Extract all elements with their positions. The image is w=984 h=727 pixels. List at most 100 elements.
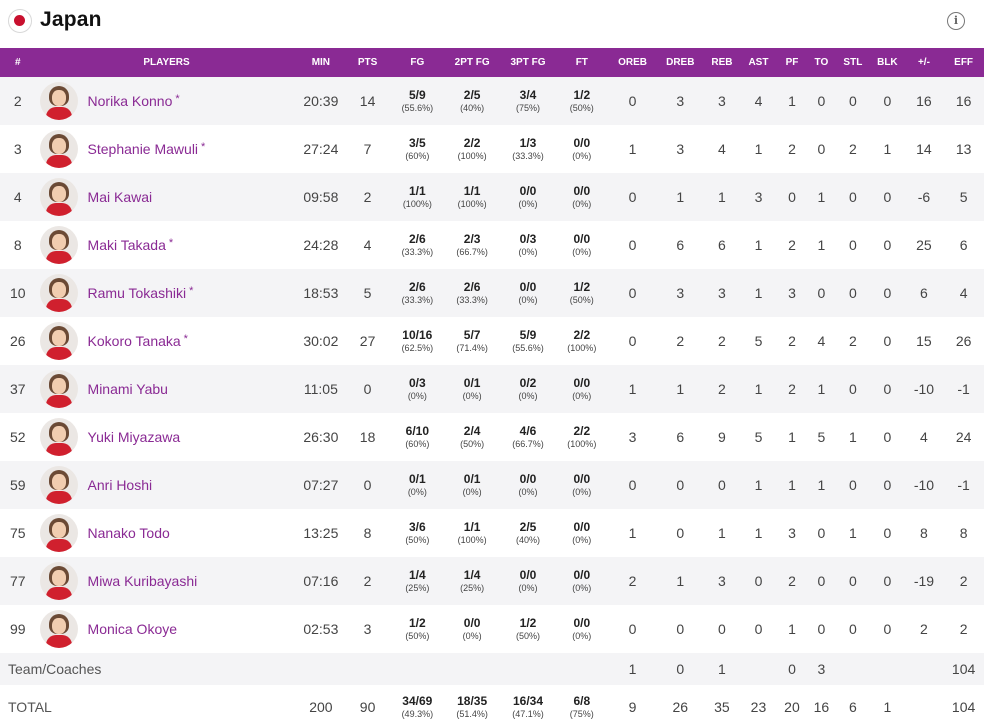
stat-pm: 15 bbox=[916, 333, 932, 349]
stat-fg: 6/10 (60%) bbox=[391, 413, 444, 461]
column-header-pf[interactable]: PF bbox=[777, 48, 807, 77]
total-points: 90 bbox=[359, 699, 376, 715]
points: 5 bbox=[363, 285, 372, 301]
player-avatar[interactable] bbox=[39, 466, 78, 504]
stat-fg2-percentage: (0%) bbox=[462, 486, 482, 497]
total-eff: 104 bbox=[951, 699, 976, 715]
player-name-link[interactable]: Norika Konno * bbox=[88, 93, 180, 109]
stat-stl: 0 bbox=[848, 573, 857, 589]
stat-ft: 2/2 (100%) bbox=[555, 317, 608, 365]
empty-cell bbox=[555, 653, 608, 685]
stat-ast: 1 bbox=[754, 237, 763, 253]
points: 14 bbox=[359, 93, 376, 109]
column-header-fg[interactable]: FG bbox=[391, 48, 444, 77]
player-name-link[interactable]: Anri Hoshi bbox=[88, 477, 156, 493]
player-name-link[interactable]: Stephanie Mawuli * bbox=[88, 141, 206, 157]
stat-ft-made-attempted: 0/0 bbox=[573, 519, 591, 534]
column-header-min[interactable]: MIN bbox=[298, 48, 345, 77]
stat-oreb: 0 bbox=[628, 189, 637, 205]
player-avatar[interactable] bbox=[39, 562, 78, 600]
stat-ft-made-attempted: 0/0 bbox=[573, 567, 591, 582]
info-icon[interactable]: i bbox=[947, 12, 965, 30]
player-name-link[interactable]: Kokoro Tanaka * bbox=[88, 333, 188, 349]
player-name-link[interactable]: Monica Okoye bbox=[88, 621, 180, 637]
column-header-ast[interactable]: AST bbox=[740, 48, 777, 77]
jersey-number: 3 bbox=[13, 141, 22, 157]
stat-blk: 1 bbox=[883, 141, 892, 157]
player-avatar[interactable] bbox=[39, 370, 78, 408]
stat-ast: 1 bbox=[754, 525, 763, 541]
minutes: 30:02 bbox=[303, 333, 339, 349]
stat-fg: 0/3 (0%) bbox=[391, 365, 444, 413]
player-row: 52 Yuki Miyazawa 26:30 18 6/10 (60%) 2/4 (50%) 4… bbox=[0, 413, 984, 461]
column-header-plus-minus[interactable]: +/- bbox=[905, 48, 944, 77]
points: 8 bbox=[363, 525, 372, 541]
total-fg3: 16/34 (47.1%) bbox=[501, 685, 556, 727]
stat-fg2-percentage: (0%) bbox=[462, 630, 482, 641]
stat-fg-made-attempted: 10/16 bbox=[402, 327, 433, 342]
player-avatar[interactable] bbox=[39, 226, 78, 264]
stat-fg3-percentage: (40%) bbox=[515, 534, 540, 545]
stat-fg2: 0/1 (0%) bbox=[444, 365, 501, 413]
player-avatar[interactable] bbox=[39, 418, 78, 456]
stat-ft-percentage: (0%) bbox=[572, 246, 592, 257]
empty-cell bbox=[391, 653, 444, 685]
stat-eff: 13 bbox=[955, 141, 972, 157]
player-name-link[interactable]: Yuki Miyazawa bbox=[88, 429, 184, 445]
stat-blk: 0 bbox=[883, 429, 892, 445]
stat-fg2-made-attempted: 5/7 bbox=[463, 327, 481, 342]
stat-fg3: 0/0 (0%) bbox=[501, 269, 556, 317]
total-fg3-percentage: (47.1%) bbox=[512, 708, 544, 719]
player-avatar[interactable] bbox=[39, 610, 78, 648]
player-name-link[interactable]: Nanako Todo bbox=[88, 525, 173, 541]
player-cell: Yuki Miyazawa bbox=[36, 413, 298, 461]
column-header-number[interactable]: # bbox=[0, 48, 36, 77]
column-header-players[interactable]: PLAYERS bbox=[36, 48, 298, 77]
team-stat-eff: 104 bbox=[951, 661, 976, 677]
minutes: 27:24 bbox=[303, 141, 339, 157]
player-avatar[interactable] bbox=[39, 82, 78, 120]
player-name-link[interactable]: Minami Yabu bbox=[88, 381, 171, 397]
column-header-pts[interactable]: PTS bbox=[344, 48, 391, 77]
total-fg: 34/69 (49.3%) bbox=[391, 685, 444, 727]
column-header-to[interactable]: TO bbox=[807, 48, 835, 77]
jersey-number: 8 bbox=[13, 237, 22, 253]
player-name-link[interactable]: Miwa Kuribayashi bbox=[88, 573, 201, 589]
player-avatar[interactable] bbox=[39, 178, 78, 216]
total-ft-percentage: (75%) bbox=[569, 708, 594, 719]
stat-fg: 2/6 (33.3%) bbox=[391, 221, 444, 269]
stat-ft-made-attempted: 1/2 bbox=[573, 87, 591, 102]
stat-fg3-percentage: (75%) bbox=[515, 102, 540, 113]
stat-pf: 2 bbox=[788, 381, 796, 397]
player-name-link[interactable]: Ramu Tokashiki * bbox=[88, 285, 194, 301]
column-header-3pt-fg[interactable]: 3PT FG bbox=[501, 48, 556, 77]
stat-fg2-made-attempted: 1/1 bbox=[463, 183, 481, 198]
column-header-ft[interactable]: FT bbox=[555, 48, 608, 77]
player-name: Nanako Todo bbox=[87, 525, 170, 541]
column-header-dreb[interactable]: DREB bbox=[657, 48, 704, 77]
column-header-eff[interactable]: EFF bbox=[943, 48, 984, 77]
player-avatar[interactable] bbox=[39, 130, 78, 168]
stat-to: 0 bbox=[817, 621, 826, 637]
stat-pf: 1 bbox=[788, 477, 796, 493]
column-header-blk[interactable]: BLK bbox=[870, 48, 905, 77]
column-header-stl[interactable]: STL bbox=[836, 48, 871, 77]
column-header-2pt-fg[interactable]: 2PT FG bbox=[444, 48, 501, 77]
stat-eff: 6 bbox=[959, 237, 968, 253]
stat-oreb: 2 bbox=[628, 573, 637, 589]
stat-ast: 3 bbox=[754, 189, 763, 205]
column-header-reb[interactable]: REB bbox=[704, 48, 741, 77]
player-name-link[interactable]: Mai Kawai bbox=[88, 189, 156, 205]
player-avatar[interactable] bbox=[39, 322, 78, 360]
player-name-link[interactable]: Maki Takada * bbox=[88, 237, 174, 253]
team-coaches-label: Team/Coaches bbox=[8, 661, 102, 677]
stat-stl: 0 bbox=[848, 477, 857, 493]
stat-fg3-made-attempted: 5/9 bbox=[519, 327, 537, 342]
player-name: Monica Okoye bbox=[87, 621, 178, 637]
column-header-oreb[interactable]: OREB bbox=[608, 48, 657, 77]
stat-fg3-percentage: (0%) bbox=[518, 486, 538, 497]
stat-fg2: 2/6 (33.3%) bbox=[444, 269, 501, 317]
player-avatar[interactable] bbox=[39, 514, 78, 552]
stat-fg-percentage: (25%) bbox=[405, 582, 430, 593]
player-avatar[interactable] bbox=[39, 274, 78, 312]
